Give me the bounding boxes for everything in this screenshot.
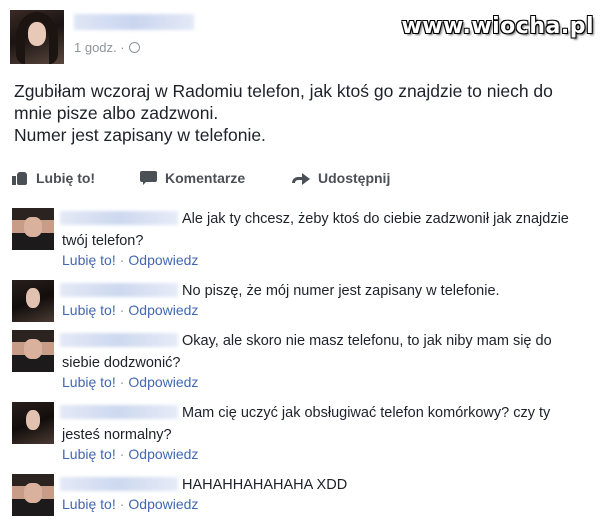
comment-actions: Lubię to! · Odpowiedz xyxy=(62,252,199,268)
comment-text: HAHAHHAHAHAHA XDD xyxy=(182,477,348,493)
comment-reply-link[interactable]: Odpowiedz xyxy=(128,446,198,462)
post-actions: Lubię to! Komentarze Udostępnij xyxy=(12,170,592,190)
comment-like-link[interactable]: Lubię to! xyxy=(62,302,116,318)
like-label: Lubię to! xyxy=(36,170,96,186)
comment-text: Okay, ale skoro nie masz telefonu, to ja… xyxy=(62,333,552,371)
comment-actions: Lubię to! · Odpowiedz xyxy=(62,374,199,390)
post-line: mnie pisze albo zadzwoni. xyxy=(14,103,219,123)
commenter-avatar[interactable] xyxy=(12,208,54,250)
comment-button[interactable]: Komentarze xyxy=(140,170,245,186)
comment-reply-link[interactable]: Odpowiedz xyxy=(128,374,198,390)
author-name-redacted[interactable] xyxy=(74,14,194,30)
share-button[interactable]: Udostępnij xyxy=(292,170,390,186)
comment-reply-link[interactable]: Odpowiedz xyxy=(128,252,198,268)
comment-like-link[interactable]: Lubię to! xyxy=(62,252,116,268)
post-line: Zgubiłam wczoraj w Radomiu telefon, jak … xyxy=(14,81,553,101)
comment-like-link[interactable]: Lubię to! xyxy=(62,496,116,512)
comment-like-link[interactable]: Lubię to! xyxy=(62,446,116,462)
comment-actions: Lubię to! · Odpowiedz xyxy=(62,446,199,462)
comment-label: Komentarze xyxy=(165,170,246,186)
post-line: Numer jest zapisany w telefonie. xyxy=(14,125,266,145)
comment-actions: Lubię to! · Odpowiedz xyxy=(62,302,199,318)
post-body: Zgubiłam wczoraj w Radomiu telefon, jak … xyxy=(14,80,594,146)
post-header: 1 godz. · xyxy=(10,10,430,68)
comment-like-link[interactable]: Lubię to! xyxy=(62,374,116,390)
globe-icon xyxy=(128,42,140,53)
comment-actions: Lubię to! · Odpowiedz xyxy=(62,496,199,512)
comment-text: No piszę, że mój numer jest zapisany w t… xyxy=(182,283,500,299)
post-time[interactable]: 1 godz. · xyxy=(74,40,125,55)
like-button[interactable]: Lubię to! xyxy=(12,170,95,186)
comment-text: Mam cię uczyć jak obsługiwać telefon kom… xyxy=(62,405,551,443)
comment-reply-link[interactable]: Odpowiedz xyxy=(128,302,198,318)
commenter-avatar[interactable] xyxy=(12,280,54,322)
commenter-avatar[interactable] xyxy=(12,402,54,444)
commenter-avatar[interactable] xyxy=(12,474,54,516)
share-arrow-icon xyxy=(292,171,310,185)
share-label: Udostępnij xyxy=(318,170,391,186)
thumbs-up-icon xyxy=(12,171,28,185)
comment-text: Ale jak ty chcesz, żeby ktoś do ciebie z… xyxy=(62,211,569,249)
comment-reply-link[interactable]: Odpowiedz xyxy=(128,496,198,512)
post-meta: 1 godz. · xyxy=(74,40,140,55)
speech-bubble-icon xyxy=(140,171,157,185)
commenter-avatar[interactable] xyxy=(12,330,54,372)
author-avatar[interactable] xyxy=(10,10,64,64)
site-watermark: www.wiocha.pl xyxy=(401,14,594,39)
